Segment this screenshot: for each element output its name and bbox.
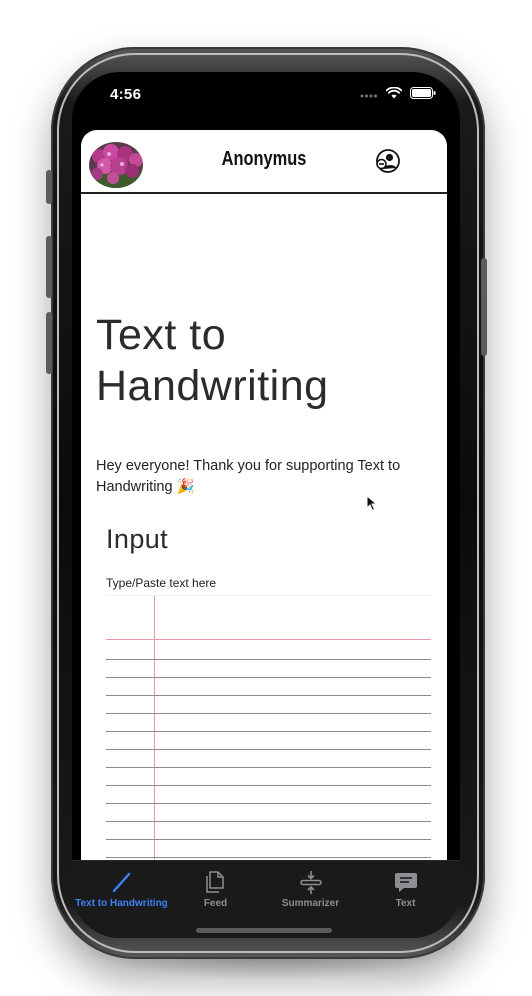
intro-text: Hey everyone! Thank you for supporting T…	[96, 458, 401, 495]
app-header: Anonymus	[81, 130, 447, 194]
home-indicator	[196, 928, 332, 933]
status-time: 4:56	[110, 86, 142, 103]
silent-switch	[46, 170, 52, 204]
power-button	[481, 258, 487, 356]
handwriting-text-input[interactable]	[106, 596, 431, 860]
tab-label: Text to Handwriting	[75, 898, 168, 909]
wifi-icon	[386, 87, 402, 99]
cellular-signal-icon	[360, 94, 377, 98]
input-label: Type/Paste text here	[106, 576, 217, 590]
tab-label: Text	[395, 898, 416, 909]
bottom-tab-bar: Text to Handwriting Feed Summarizer Text	[72, 860, 460, 938]
tab-feed[interactable]: Feed	[168, 869, 263, 915]
tab-text-to-handwriting[interactable]: Text to Handwriting	[74, 869, 169, 915]
header-title: Anonymus	[221, 148, 307, 170]
documents-icon	[205, 871, 224, 893]
notepad-area	[106, 595, 431, 860]
notch	[168, 72, 360, 102]
status-icons	[360, 87, 436, 99]
volume-up-button	[46, 236, 52, 298]
screenshot-stage: 4:56 Anonymus Text to Handwriting Hey ev…	[0, 0, 532, 996]
app-card: Anonymus Text to Handwriting Hey everyon…	[81, 130, 447, 860]
page-title: Text to Handwriting	[96, 311, 329, 410]
compress-icon	[299, 871, 322, 894]
tab-text[interactable]: Text	[358, 869, 453, 915]
mouse-cursor-icon	[366, 495, 378, 512]
main-content: Text to Handwriting Hey everyone! Thank …	[81, 194, 447, 860]
tab-label: Summarizer	[281, 898, 340, 909]
phone-screen: 4:56 Anonymus Text to Handwriting Hey ev…	[72, 72, 460, 938]
input-heading: Input	[106, 524, 169, 554]
tab-summarizer[interactable]: Summarizer	[263, 869, 358, 915]
tab-label: Feed	[203, 898, 228, 909]
pen-icon	[112, 872, 130, 893]
chat-bubble-icon	[394, 873, 417, 892]
account-toggle-icon[interactable]	[375, 148, 401, 174]
battery-icon	[410, 87, 436, 99]
volume-down-button	[46, 312, 52, 374]
